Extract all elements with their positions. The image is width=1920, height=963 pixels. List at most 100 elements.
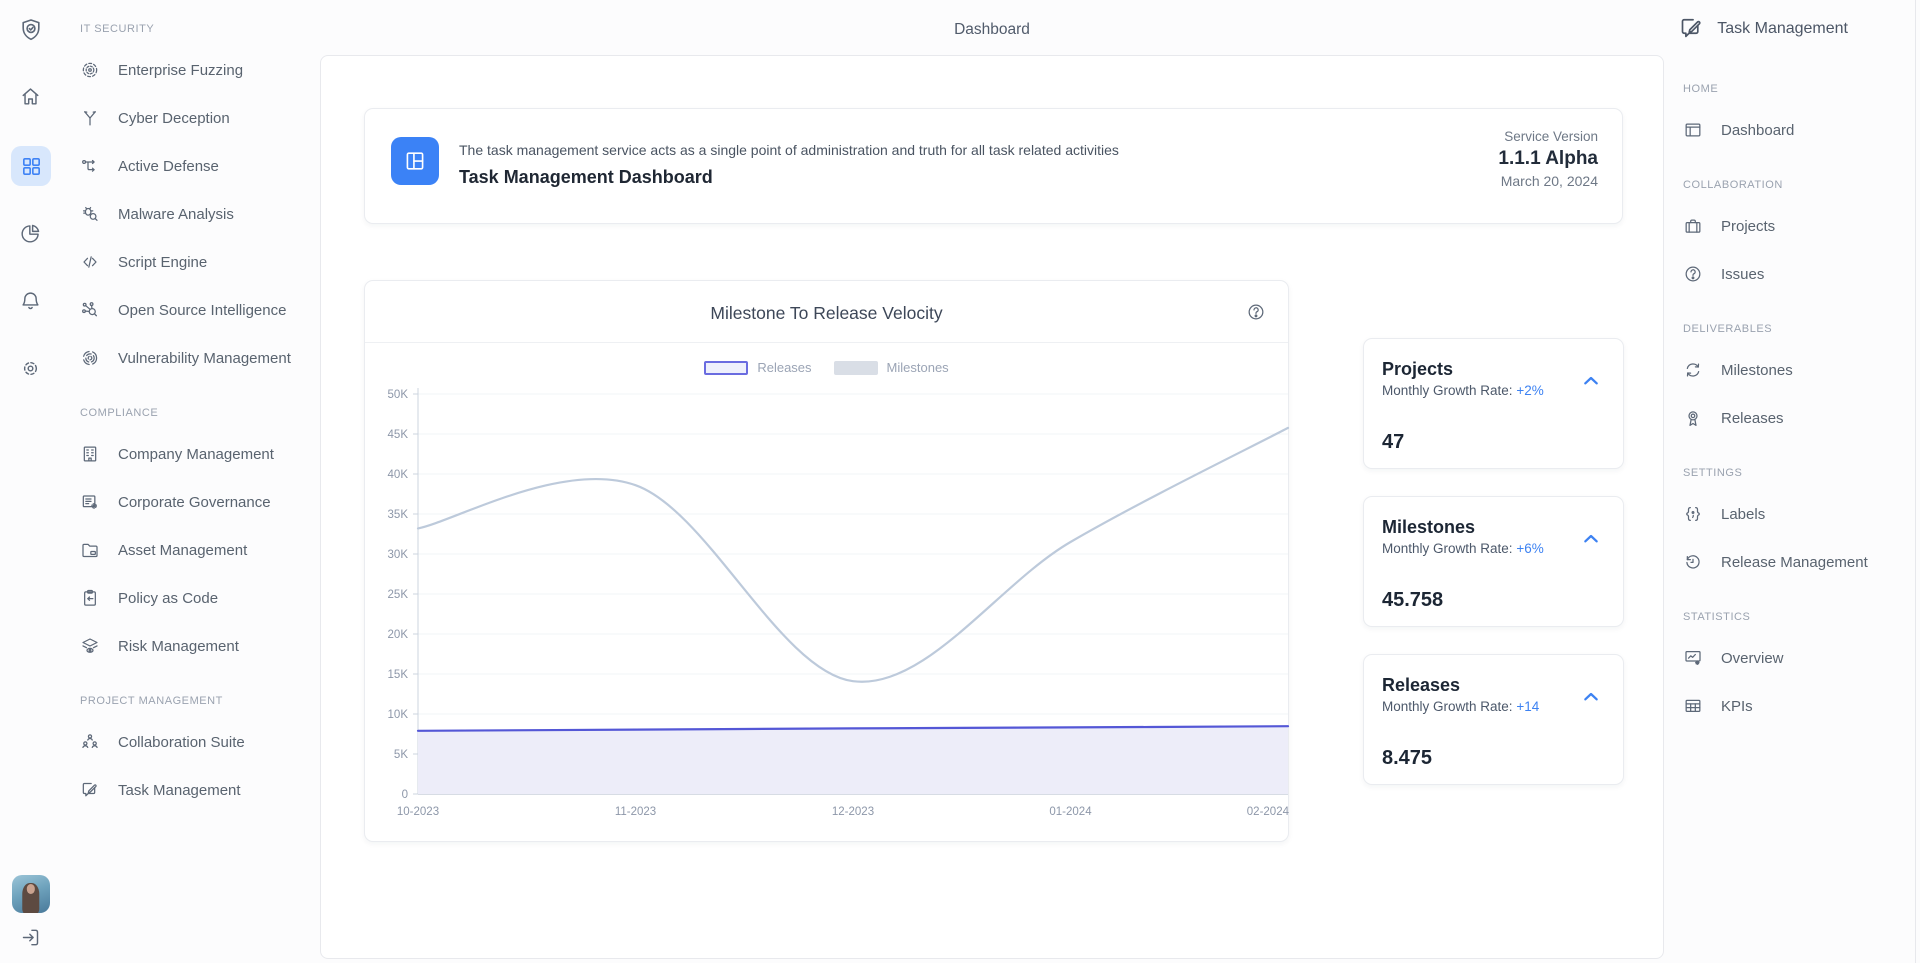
help-circle-icon <box>1683 264 1703 284</box>
bug-search-icon <box>80 204 100 224</box>
version-box: Service Version 1.1.1 Alpha March 20, 20… <box>1498 129 1598 189</box>
stat-title: Milestones <box>1382 517 1605 538</box>
service-version-date: March 20, 2024 <box>1498 173 1598 189</box>
document-gear-icon <box>80 492 100 512</box>
right-item-overview[interactable]: Overview <box>1683 634 1897 682</box>
svg-text:10K: 10K <box>388 709 409 721</box>
stat-growth: Monthly Growth Rate: +6% <box>1382 541 1605 556</box>
rail-analytics-button[interactable] <box>19 222 42 245</box>
right-item-projects[interactable]: Projects <box>1683 202 1897 250</box>
briefcase-icon <box>1683 216 1703 236</box>
layers-eye-icon <box>80 636 100 656</box>
stat-growth: Monthly Growth Rate: +2% <box>1382 383 1605 398</box>
svg-text:15K: 15K <box>388 669 409 681</box>
svg-text:01-2024: 01-2024 <box>1049 806 1092 818</box>
pie-chart-icon <box>19 222 42 245</box>
sync-cycle-icon <box>1683 360 1703 380</box>
rail-notifications-button[interactable] <box>19 289 42 312</box>
stat-card-milestones: Milestones Monthly Growth Rate: +6% 45.7… <box>1363 496 1624 627</box>
svg-text:10-2023: 10-2023 <box>397 806 439 818</box>
service-info-card: The task management service acts as a si… <box>364 108 1623 224</box>
section-header-project-management: PROJECT MANAGEMENT <box>80 694 318 708</box>
breadcrumb: Dashboard <box>320 21 1664 39</box>
stat-title: Releases <box>1382 675 1605 696</box>
branch-split-icon <box>80 108 100 128</box>
velocity-chart-card: Milestone To Release Velocity Releases M… <box>364 280 1289 842</box>
sidebar-item-task-management[interactable]: Task Management <box>80 766 318 814</box>
rail-home-button[interactable] <box>19 85 42 108</box>
stat-value: 45.758 <box>1382 589 1605 612</box>
scrollbar-track[interactable] <box>1915 0 1916 963</box>
apps-grid-icon <box>20 155 43 178</box>
gear-icon <box>19 357 42 380</box>
sidebar-item-enterprise-fuzzing[interactable]: Enterprise Fuzzing <box>80 46 318 94</box>
right-item-release-management[interactable]: Release Management <box>1683 538 1897 586</box>
board-edit-icon <box>80 780 100 800</box>
app-logo[interactable] <box>18 17 44 43</box>
bell-icon <box>19 289 42 312</box>
svg-text:40K: 40K <box>388 469 409 481</box>
window-layout-icon <box>1683 120 1703 140</box>
stat-card-projects: Projects Monthly Growth Rate: +2% 47 <box>1363 338 1624 469</box>
velocity-line-chart: 05K10K15K20K25K30K35K40K45K50K10-202311-… <box>365 281 1290 843</box>
right-item-releases[interactable]: Releases <box>1683 394 1897 442</box>
icon-rail <box>0 0 62 963</box>
sidebar-item-active-defense[interactable]: Active Defense <box>80 142 318 190</box>
svg-text:45K: 45K <box>388 429 409 441</box>
growth-value: +2% <box>1516 383 1543 398</box>
svg-text:35K: 35K <box>388 509 409 521</box>
sign-out-button[interactable] <box>19 926 42 949</box>
service-description: The task management service acts as a si… <box>459 142 1119 158</box>
sidebar-item-malware-analysis[interactable]: Malware Analysis <box>80 190 318 238</box>
growth-value: +6% <box>1516 541 1543 556</box>
shield-check-icon <box>18 17 44 43</box>
stat-value: 8.475 <box>1382 747 1605 770</box>
section-header-deliverables: DELIVERABLES <box>1683 322 1897 336</box>
right-item-labels[interactable]: Labels <box>1683 490 1897 538</box>
spiral-rings-icon <box>80 348 100 368</box>
target-scan-icon <box>80 60 100 80</box>
left-sidebar: IT SECURITY Enterprise Fuzzing Cyber Dec… <box>80 0 318 814</box>
right-item-kpis[interactable]: KPIs <box>1683 682 1897 730</box>
section-header-compliance: COMPLIANCE <box>80 406 318 420</box>
stat-value: 47 <box>1382 431 1605 454</box>
collapse-chevron-up-icon[interactable] <box>1579 371 1603 391</box>
sidebar-item-asset-management[interactable]: Asset Management <box>80 526 318 574</box>
history-clock-icon <box>1683 552 1703 572</box>
sidebar-item-collaboration-suite[interactable]: Collaboration Suite <box>80 718 318 766</box>
stat-card-releases: Releases Monthly Growth Rate: +14 8.475 <box>1363 654 1624 785</box>
collapse-chevron-up-icon[interactable] <box>1579 687 1603 707</box>
curly-braces-icon <box>1683 504 1703 524</box>
sidebar-item-policy-as-code[interactable]: Policy as Code <box>80 574 318 622</box>
sidebar-item-script-engine[interactable]: Script Engine <box>80 238 318 286</box>
right-item-dashboard[interactable]: Dashboard <box>1683 106 1897 154</box>
svg-text:20K: 20K <box>388 629 409 641</box>
sidebar-item-cyber-deception[interactable]: Cyber Deception <box>80 94 318 142</box>
sidebar-item-risk-management[interactable]: Risk Management <box>80 622 318 670</box>
section-header-collaboration: COLLABORATION <box>1683 178 1897 192</box>
right-item-milestones[interactable]: Milestones <box>1683 346 1897 394</box>
award-badge-icon <box>1683 408 1703 428</box>
svg-text:11-2023: 11-2023 <box>615 806 656 818</box>
right-sidebar: HOME Dashboard COLLABORATION Projects Is… <box>1683 0 1897 730</box>
svg-text:25K: 25K <box>388 589 409 601</box>
service-version-label: Service Version <box>1498 129 1598 144</box>
growth-value: +14 <box>1516 699 1539 714</box>
right-item-issues[interactable]: Issues <box>1683 250 1897 298</box>
svg-text:50K: 50K <box>388 389 409 401</box>
svg-text:12-2023: 12-2023 <box>832 806 874 818</box>
flow-arrows-icon <box>80 156 100 176</box>
rail-settings-button[interactable] <box>19 357 42 380</box>
collapse-chevron-up-icon[interactable] <box>1579 529 1603 549</box>
sidebar-item-vulnerability-management[interactable]: Vulnerability Management <box>80 334 318 382</box>
section-header-settings: SETTINGS <box>1683 466 1897 480</box>
svg-text:5K: 5K <box>394 749 408 761</box>
svg-text:0: 0 <box>402 789 408 801</box>
user-avatar[interactable] <box>12 875 50 913</box>
rail-apps-button-active[interactable] <box>11 146 51 186</box>
sidebar-item-open-source-intelligence[interactable]: Open Source Intelligence <box>80 286 318 334</box>
sidebar-item-company-management[interactable]: Company Management <box>80 430 318 478</box>
network-search-icon <box>80 300 100 320</box>
sidebar-item-corporate-governance[interactable]: Corporate Governance <box>80 478 318 526</box>
main-panel: The task management service acts as a si… <box>320 55 1664 959</box>
